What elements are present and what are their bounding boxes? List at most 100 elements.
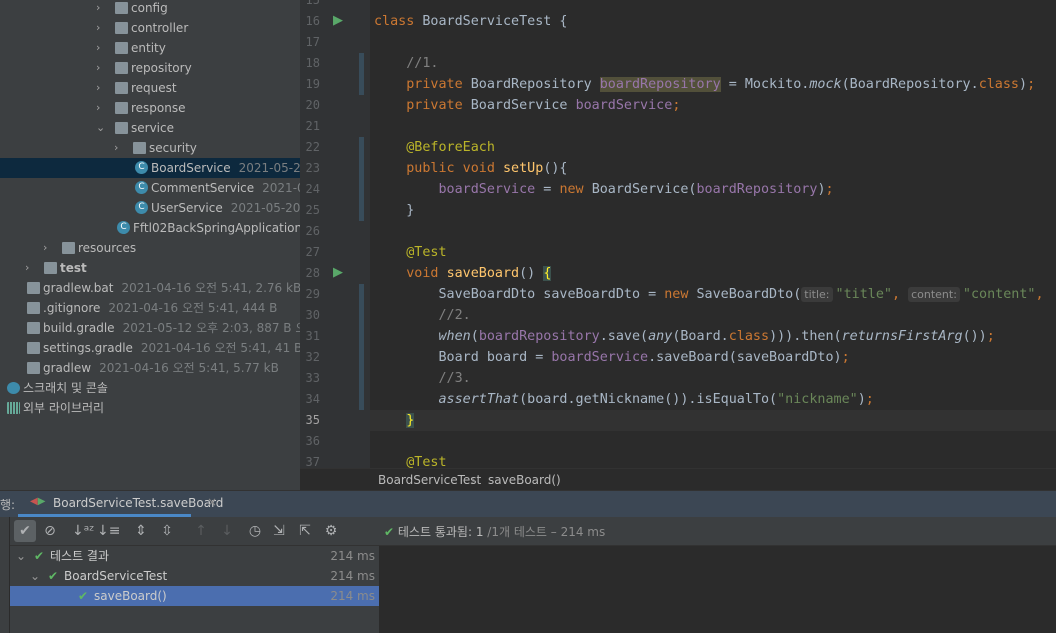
code-line[interactable]: @BeforeEach: [374, 137, 495, 158]
package-folder-icon: [115, 82, 128, 94]
tree-item[interactable]: CCommentService 2021-05-2: [0, 178, 300, 198]
code-line[interactable]: }: [374, 200, 414, 221]
code-token: BoardService: [470, 98, 576, 113]
vcs-change-marker[interactable]: [359, 137, 364, 221]
code-line[interactable]: //2.: [374, 305, 470, 326]
code-line[interactable]: public void setUp(){: [374, 158, 567, 179]
code-line[interactable]: when(boardRepository.save(any(Board.clas…: [374, 326, 995, 347]
code-line[interactable]: private BoardRepository boardRepository …: [374, 74, 1035, 95]
breadcrumb-class[interactable]: BoardServiceTest: [378, 469, 481, 491]
previous-failed-icon[interactable]: ↑: [190, 520, 212, 542]
tree-item[interactable]: › entity: [0, 38, 300, 58]
tree-item[interactable]: 외부 라이브러리: [0, 398, 300, 418]
tree-item[interactable]: gradlew 2021-04-16 오전 5:41, 5.77 kB: [0, 358, 300, 378]
code-line[interactable]: }: [374, 410, 415, 431]
test-history-icon[interactable]: ◷: [244, 520, 266, 542]
code-line[interactable]: @Test: [374, 452, 446, 468]
collapse-all-icon[interactable]: ⇳: [156, 520, 178, 542]
close-icon[interactable]: ×: [207, 495, 217, 509]
chevron-right-icon[interactable]: ›: [96, 58, 106, 78]
code-line[interactable]: @Test: [374, 242, 446, 263]
item-name: UserService: [151, 201, 223, 215]
passed-check-icon: ✔: [34, 549, 45, 563]
code-line[interactable]: assertThat(board.getNickname()).isEqualT…: [374, 389, 874, 410]
tree-item-label: Fftl02BackSpringApplication2: [133, 218, 300, 238]
tree-item[interactable]: › request: [0, 78, 300, 98]
sort-duration-icon[interactable]: ↓≡: [97, 520, 120, 542]
run-test-icon[interactable]: ▶: [333, 265, 343, 280]
chevron-right-icon[interactable]: ›: [43, 238, 53, 258]
chevron-right-icon[interactable]: ›: [96, 18, 106, 38]
code-line[interactable]: void saveBoard() {: [374, 263, 552, 284]
tree-item[interactable]: gradlew.bat 2021-04-16 오전 5:41, 2.76 kB: [0, 278, 300, 298]
breadcrumb-method[interactable]: saveBoard(): [488, 469, 561, 491]
sort-alpha-icon[interactable]: ↓ᵃᶻ: [72, 520, 94, 542]
code-line[interactable]: //3.: [374, 368, 470, 389]
item-meta: 2021-05-25 오: [238, 161, 300, 175]
test-result-row[interactable]: ✔ saveBoard() 214 ms: [10, 586, 379, 606]
tree-item[interactable]: › security: [0, 138, 300, 158]
chevron-right-icon[interactable]: ›: [96, 0, 106, 18]
show-passed-icon[interactable]: ✔: [14, 520, 36, 542]
chevron-right-icon[interactable]: ›: [96, 38, 106, 58]
tree-item[interactable]: CBoardService 2021-05-25 오: [0, 158, 300, 178]
expand-all-icon[interactable]: ⇕: [130, 520, 152, 542]
show-ignored-icon[interactable]: ⊘: [39, 520, 61, 542]
tree-item[interactable]: ⌄ service: [0, 118, 300, 138]
chevron-right-icon[interactable]: ›: [114, 138, 124, 158]
code-editor[interactable]: 15 16 17 18 19 20 21 22 23 24 25 26 27 28 29 30 31 32 33 34…: [300, 0, 1056, 468]
line-number: 36: [305, 434, 320, 448]
code-line[interactable]: boardService = new BoardService(boardRep…: [374, 179, 834, 200]
test-console[interactable]: [379, 546, 1056, 633]
class-icon: C: [135, 181, 148, 194]
passed-check-icon: ✔: [48, 569, 59, 583]
vcs-change-marker[interactable]: [359, 284, 364, 410]
tree-item[interactable]: › controller: [0, 18, 300, 38]
tree-item[interactable]: › response: [0, 98, 300, 118]
chevron-right-icon[interactable]: ›: [96, 98, 106, 118]
code-token: (): [519, 266, 544, 281]
test-result-row[interactable]: ⌄ ✔ 테스트 결과 214 ms: [10, 546, 379, 566]
item-name: Fftl02BackSpringApplication: [133, 221, 300, 235]
item-name: controller: [131, 21, 189, 35]
chevron-down-icon[interactable]: ⌄: [96, 118, 106, 138]
tree-item-label: config: [131, 0, 168, 18]
tree-item-label: 스크래치 및 콘솔: [23, 378, 108, 398]
code-token: }: [406, 413, 415, 428]
tree-item[interactable]: build.gradle 2021-05-12 오후 2:03, 887 B 오늘…: [0, 318, 300, 338]
tree-item[interactable]: 스크래치 및 콘솔: [0, 378, 300, 398]
tree-item[interactable]: .gitignore 2021-04-16 오전 5:41, 444 B: [0, 298, 300, 318]
code-line[interactable]: //1.: [374, 53, 438, 74]
code-line[interactable]: Board board = boardService.saveBoard(sav…: [374, 347, 849, 368]
next-failed-icon[interactable]: ↓: [216, 520, 238, 542]
export-tests-icon[interactable]: ⇱: [294, 520, 316, 542]
chevron-right-icon[interactable]: ›: [25, 258, 35, 278]
code-line[interactable]: private BoardService boardService;: [374, 95, 680, 116]
tree-item[interactable]: › repository: [0, 58, 300, 78]
tree-item[interactable]: › resources: [0, 238, 300, 258]
import-tests-icon[interactable]: ⇲: [268, 520, 290, 542]
test-result-row[interactable]: ⌄ ✔ BoardServiceTest 214 ms: [10, 566, 379, 586]
tree-item[interactable]: settings.gradle 2021-04-16 오전 5:41, 41 B: [0, 338, 300, 358]
run-tab[interactable]: ◀▶ BoardServiceTest.saveBoard ×: [18, 491, 223, 517]
item-meta: 2021-05-12 오후 2:03, 887 B 오늘 오3: [122, 321, 300, 335]
line-number: 16: [305, 14, 320, 28]
chevron-right-icon[interactable]: ›: [96, 78, 106, 98]
tree-item[interactable]: CFftl02BackSpringApplication2: [0, 218, 300, 238]
code-token: ;: [672, 98, 681, 113]
line-number: 19: [305, 77, 320, 91]
tree-item[interactable]: CUserService 2021-05-20 오후: [0, 198, 300, 218]
code-token: returnsFirstArg: [841, 329, 963, 344]
code-line[interactable]: class BoardServiceTest {: [374, 11, 568, 32]
code-line[interactable]: SaveBoardDto saveBoardDto = new SaveBoar…: [374, 284, 1044, 305]
tree-item[interactable]: › config: [0, 0, 300, 18]
line-number: 33: [305, 371, 320, 385]
chevron-down-icon[interactable]: ⌄: [16, 546, 26, 566]
run-test-icon[interactable]: ▶: [333, 13, 343, 28]
settings-gear-icon[interactable]: ⚙: [320, 520, 342, 542]
chevron-down-icon[interactable]: ⌄: [30, 566, 40, 586]
tree-item[interactable]: › test: [0, 258, 300, 278]
vcs-change-marker[interactable]: [359, 53, 364, 95]
code-token: ()): [962, 329, 987, 344]
